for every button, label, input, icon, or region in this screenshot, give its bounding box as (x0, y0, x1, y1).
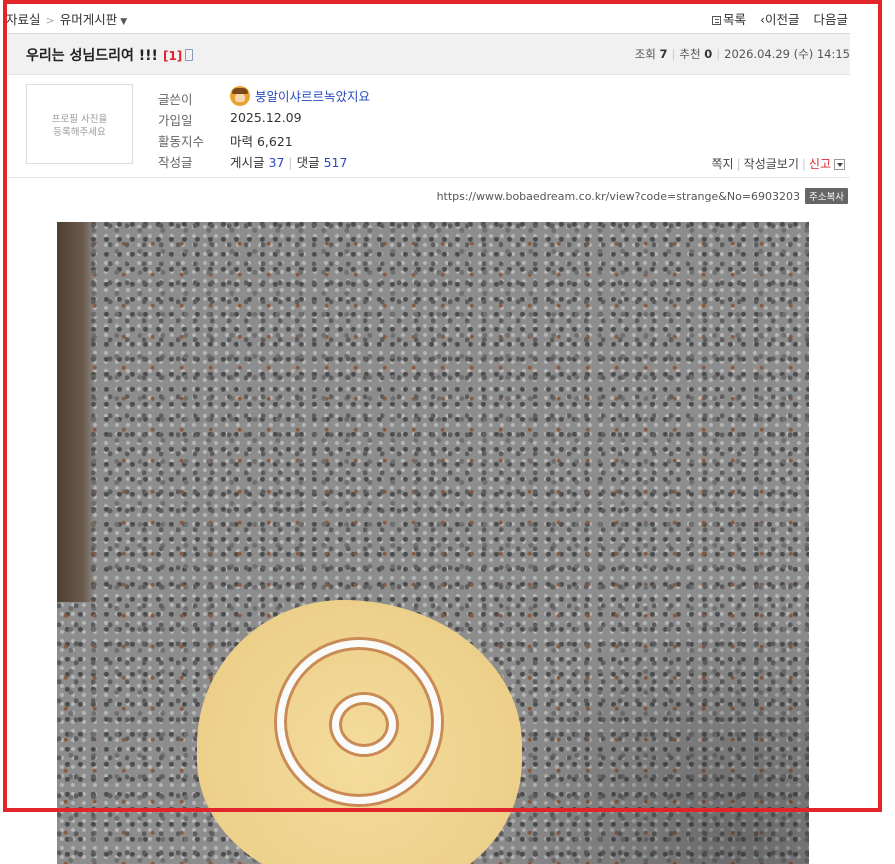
post-title-bar: 우리는 성님드리여 !!! [1] 조회 7 | 추천 0 | 2026.04.29 (수… (8, 33, 850, 75)
post-title-text: 우리는 성님드리여 !!! (26, 48, 158, 64)
caret-down-icon[interactable]: ▼ (120, 17, 127, 27)
prev-button[interactable]: ‹이전글 (760, 12, 800, 27)
post-url: https://www.bobaedream.co.kr/view?code=s… (437, 188, 848, 204)
post-stats: 조회 7 | 추천 0 | 2026.04.29 (수) 14:15 (634, 47, 850, 61)
message-button[interactable]: 쪽지 (712, 157, 734, 171)
next-button[interactable]: 다음글 (813, 12, 848, 27)
writer-label: 글쓴이 (158, 92, 193, 107)
copy-url-button[interactable]: 주소복사 (805, 188, 848, 204)
image-board-edge (57, 222, 95, 602)
posts-label: 작성글 (158, 155, 193, 170)
cake-swirl-inner (332, 695, 396, 754)
profile-placeholder-text: 등록해주세요 (53, 127, 106, 138)
joined-label: 가입일 (158, 113, 193, 128)
post-datetime: 2026.04.29 (수) 14:15 (724, 47, 850, 61)
comments-prefix: 댓글 (296, 155, 320, 170)
views-label: 조회 (634, 47, 656, 61)
joined-date: 2025.12.09 (230, 110, 302, 125)
author-actions: 쪽지 | 작성글보기 | 신고 (712, 155, 845, 172)
breadcrumb: 자료실 > 유머게시판 ▼ (6, 9, 127, 28)
posts-prefix: 게시글 (230, 155, 265, 170)
post-navigation: 목록 ‹이전글 다음글 (702, 9, 848, 28)
roll-cake-image (197, 600, 522, 864)
post-counts: 게시글 37 | 댓글 517 (230, 155, 348, 170)
list-button[interactable]: 목록 (711, 12, 746, 27)
comment-count[interactable]: [1] (163, 49, 182, 63)
view-posts-button[interactable]: 작성글보기 (744, 157, 799, 171)
views-count: 7 (659, 47, 668, 61)
post-title: 우리는 성님드리여 !!! [1] (26, 45, 194, 65)
post-image (57, 222, 809, 864)
image-shadow (479, 604, 809, 864)
activity-label: 활동지수 (158, 134, 205, 149)
report-button[interactable]: 신고 (809, 157, 831, 171)
mobile-icon (185, 49, 194, 61)
list-icon (711, 16, 721, 25)
dropdown-icon[interactable] (834, 159, 845, 170)
profile-photo-placeholder: 프로필 사진을 등록해주세요 (26, 84, 133, 164)
writer-name[interactable]: 붕알이샤르르녹았지요 (255, 89, 370, 104)
writer[interactable]: 붕알이샤르르녹았지요 (230, 86, 370, 106)
chevron-right-icon: > (45, 14, 55, 27)
activity-value: 마력 6,621 (230, 134, 293, 149)
posts-count[interactable]: 37 (269, 155, 285, 170)
profile-placeholder-text: 프로필 사진을 (51, 114, 108, 125)
breadcrumb-section[interactable]: 자료실 (6, 12, 41, 27)
post-url-text: https://www.bobaedream.co.kr/view?code=s… (436, 190, 801, 203)
recommend-label: 추천 (679, 47, 701, 61)
comments-count[interactable]: 517 (324, 155, 348, 170)
divider (8, 177, 850, 178)
avatar-icon (230, 86, 250, 106)
recommend-count: 0 (704, 47, 713, 61)
breadcrumb-board[interactable]: 유머게시판 (60, 12, 118, 27)
